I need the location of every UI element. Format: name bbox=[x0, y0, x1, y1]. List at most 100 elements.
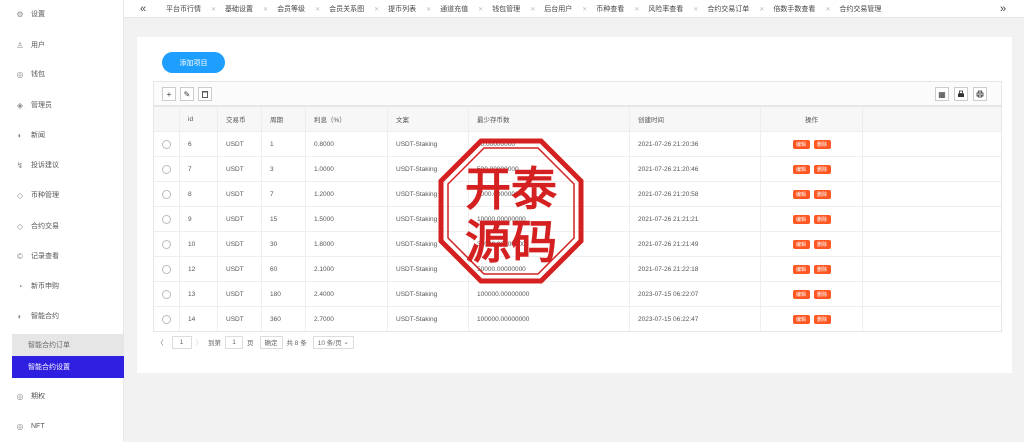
tab-5[interactable]: 提币列表 ✕ bbox=[386, 0, 438, 18]
column-header[interactable]: 最少存币数 bbox=[469, 107, 630, 131]
close-icon[interactable]: ✕ bbox=[530, 6, 535, 13]
close-icon[interactable]: ✕ bbox=[211, 6, 216, 13]
print-icon[interactable] bbox=[973, 87, 987, 101]
row-radio[interactable] bbox=[162, 189, 171, 199]
tab-label: 风险率查看 bbox=[648, 6, 684, 13]
table-cell: USDT bbox=[218, 157, 262, 181]
tab-12[interactable]: 倍数手数查看 ✕ bbox=[771, 0, 837, 18]
tab-8[interactable]: 后台用户 ✕ bbox=[542, 0, 594, 18]
tab-scroll-left-icon[interactable]: « bbox=[134, 0, 152, 18]
page-size-select[interactable]: 10 条/页 ⌄ bbox=[312, 335, 354, 349]
prev-page-button[interactable]: 〈 bbox=[153, 336, 168, 349]
close-icon[interactable]: ✕ bbox=[582, 6, 587, 13]
tab-7[interactable]: 钱包管理 ✕ bbox=[490, 0, 542, 18]
sidebar-item-label: 新币申购 bbox=[31, 283, 59, 290]
table-cell: USDT bbox=[218, 207, 262, 231]
table-cell: 2021-07-26 21:21:21 bbox=[630, 207, 761, 231]
sidebar-item-9[interactable]: © 记录查看 bbox=[0, 244, 124, 268]
tab-4[interactable]: 会员关系图 ✕ bbox=[327, 0, 386, 18]
close-icon[interactable]: ✕ bbox=[263, 6, 268, 13]
goto-confirm-button[interactable]: 确定 bbox=[259, 335, 283, 349]
delete-button[interactable]: 删除 bbox=[813, 314, 831, 324]
tab-scroll-right-icon[interactable]: » bbox=[994, 0, 1012, 18]
delete-icon[interactable] bbox=[198, 87, 212, 101]
goto-page-input[interactable]: 1 bbox=[225, 335, 243, 349]
tab-9[interactable]: 币种查看 ✕ bbox=[594, 0, 646, 18]
delete-button[interactable]: 删除 bbox=[813, 289, 831, 299]
export-icon[interactable] bbox=[954, 87, 968, 101]
close-icon[interactable]: ✕ bbox=[478, 6, 483, 13]
edit-button[interactable]: 编辑 bbox=[792, 164, 810, 174]
tab-13[interactable]: 合约交易管理 bbox=[837, 0, 888, 18]
tab-label: 提币列表 bbox=[388, 6, 417, 13]
table-row: 7 USDT 3 1.0000 USDT-Staking 500.00000000 2021… bbox=[154, 156, 1001, 181]
row-radio[interactable] bbox=[162, 239, 171, 249]
row-radio[interactable] bbox=[162, 289, 171, 299]
edit-button[interactable]: 编辑 bbox=[792, 139, 810, 149]
sidebar-item-6[interactable]: ↯ 投诉建议 bbox=[0, 153, 124, 177]
sidebar-item-2[interactable]: ♙ 用户 bbox=[0, 33, 124, 57]
add-item-button[interactable]: 添加项目 bbox=[162, 52, 225, 73]
column-header[interactable]: 利息（%） bbox=[306, 107, 388, 131]
close-icon[interactable]: ✕ bbox=[759, 6, 764, 13]
tab-3[interactable]: 会员等级 ✕ bbox=[275, 0, 327, 18]
sidebar-bottom-item-2[interactable]: ◎ NFT bbox=[0, 414, 124, 438]
delete-button[interactable]: 删除 bbox=[813, 239, 831, 249]
column-header[interactable]: 创建时间 bbox=[630, 107, 761, 131]
edit-button[interactable]: 编辑 bbox=[792, 214, 810, 224]
sidebar-bottom-item-1[interactable]: ◎ 期权 bbox=[0, 384, 124, 408]
close-icon[interactable]: ✕ bbox=[374, 6, 379, 13]
table-cell: 15 bbox=[262, 207, 306, 231]
column-header[interactable]: id bbox=[180, 107, 218, 131]
delete-button[interactable]: 删除 bbox=[813, 164, 831, 174]
sidebar-item-5[interactable]: ◐ 新闻 bbox=[0, 123, 124, 147]
close-icon[interactable]: ✕ bbox=[825, 6, 830, 13]
column-header[interactable]: 交易币 bbox=[218, 107, 262, 131]
sidebar-item-8[interactable]: ◇ 合约交易 bbox=[0, 214, 124, 238]
table-cell: 500.00000000 bbox=[469, 157, 630, 181]
edit-button[interactable]: 编辑 bbox=[792, 264, 810, 274]
add-icon[interactable]: + bbox=[162, 87, 176, 101]
row-radio[interactable] bbox=[162, 164, 171, 174]
tab-label: 会员关系图 bbox=[329, 6, 365, 13]
row-radio[interactable] bbox=[162, 214, 171, 224]
sidebar-item-7[interactable]: ◇ 币种管理 bbox=[0, 183, 124, 207]
table-cell: 9 bbox=[180, 207, 218, 231]
close-icon[interactable]: ✕ bbox=[634, 6, 639, 13]
edit-button[interactable]: 编辑 bbox=[792, 314, 810, 324]
table-cell: USDT bbox=[218, 257, 262, 281]
sidebar-item-1[interactable]: ⚙ 设置 bbox=[0, 2, 124, 26]
delete-button[interactable]: 删除 bbox=[813, 264, 831, 274]
delete-button[interactable]: 删除 bbox=[813, 139, 831, 149]
sidebar-item-10[interactable]: ◔ 新币申购 bbox=[0, 274, 124, 298]
close-icon[interactable]: ✕ bbox=[315, 6, 320, 13]
row-radio[interactable] bbox=[162, 139, 171, 149]
tab-6[interactable]: 通道充值 ✕ bbox=[438, 0, 490, 18]
delete-button[interactable]: 删除 bbox=[813, 189, 831, 199]
columns-icon[interactable]: ▦ bbox=[935, 87, 949, 101]
sidebar-item-3[interactable]: ◎ 钱包 bbox=[0, 62, 124, 86]
column-header[interactable]: 周期 bbox=[262, 107, 306, 131]
sidebar-item-4[interactable]: ◈ 管理员 bbox=[0, 93, 124, 117]
table-cell: 2021-07-26 21:20:58 bbox=[630, 182, 761, 206]
edit-button[interactable]: 编辑 bbox=[792, 239, 810, 249]
edit-button[interactable]: 编辑 bbox=[792, 189, 810, 199]
edit-button[interactable]: 编辑 bbox=[792, 289, 810, 299]
edit-icon[interactable]: ✎ bbox=[180, 87, 194, 101]
sidebar-subitem-1[interactable]: 智能合约订单 bbox=[12, 334, 124, 356]
tab-1[interactable]: 平台币行情 ✕ bbox=[164, 0, 223, 18]
shield-icon: ◈ bbox=[16, 100, 24, 110]
delete-button[interactable]: 删除 bbox=[813, 214, 831, 224]
column-header[interactable]: 文案 bbox=[388, 107, 469, 131]
current-page[interactable]: 1 bbox=[171, 335, 192, 349]
close-icon[interactable]: ✕ bbox=[693, 6, 698, 13]
close-icon[interactable]: ✕ bbox=[426, 6, 431, 13]
next-page-button[interactable]: 〉 bbox=[196, 337, 203, 347]
row-radio[interactable] bbox=[162, 264, 171, 274]
tab-2[interactable]: 基础设置 ✕ bbox=[223, 0, 275, 18]
sidebar-subitem-2[interactable]: 智能合约设置 bbox=[12, 356, 124, 378]
tab-11[interactable]: 合约交易订单 ✕ bbox=[705, 0, 771, 18]
sidebar-item-11[interactable]: ◐ 智能合约 bbox=[0, 304, 124, 328]
row-radio[interactable] bbox=[162, 314, 171, 324]
tab-10[interactable]: 风险率查看 ✕ bbox=[646, 0, 705, 18]
